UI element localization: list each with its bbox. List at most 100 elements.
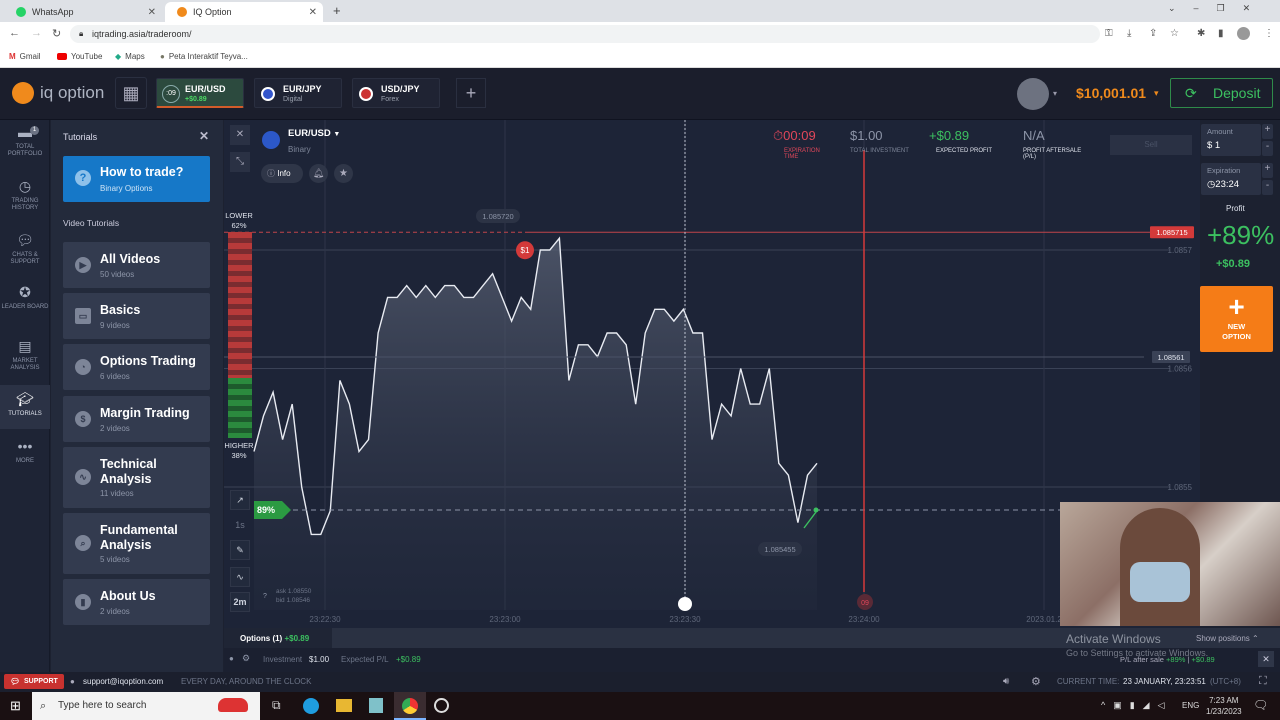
- sound-icon[interactable]: 🔊︎: [1003, 676, 1009, 687]
- bell-icon[interactable]: 🔔︎: [309, 164, 328, 183]
- install-icon[interactable]: ⤓: [1127, 28, 1131, 39]
- star-icon[interactable]: ★: [334, 164, 353, 183]
- asset-tab-eurusd[interactable]: :09 EUR/USD +$0.89: [156, 78, 244, 108]
- asset-selector[interactable]: EUR/USD ▼: [288, 128, 340, 139]
- user-avatar[interactable]: [1017, 78, 1049, 110]
- nav-market-analysis[interactable]: ▤ MARKET ANALYSIS: [0, 338, 50, 386]
- tutorial-card-all-videos[interactable]: ▶ All Videos 50 videos: [63, 242, 210, 288]
- bookmarks-bar: M Gmail YouTube ◆ Maps ● Peta Interaktif Te…: [0, 46, 1280, 68]
- close-chart-icon[interactable]: ✕: [230, 125, 250, 145]
- browser-tab-whatsapp[interactable]: WhatsApp ✕: [4, 2, 162, 22]
- bookmark-peta[interactable]: ● Peta Interaktif Teyva...: [160, 52, 248, 61]
- new-tab-button[interactable]: +: [333, 3, 341, 18]
- sidepanel-icon[interactable]: ▮: [1218, 28, 1224, 39]
- add-asset-button[interactable]: +: [456, 78, 486, 108]
- notification-icon[interactable]: 🗨︎: [1253, 698, 1268, 712]
- chrome-menu-icon[interactable]: ⋮: [1264, 28, 1274, 39]
- tutorial-card-basics[interactable]: ▭ Basics 9 videos: [63, 293, 210, 339]
- bookmark-star-icon[interactable]: ☆: [1170, 28, 1179, 39]
- nav-tutorials[interactable]: 🎓︎ TUTORIALS: [0, 385, 50, 429]
- tutorial-card-options-trading[interactable]: ◔ Options Trading 6 videos: [63, 344, 210, 390]
- reload-icon[interactable]: ↻: [52, 27, 61, 40]
- notepad-icon[interactable]: [369, 698, 383, 713]
- grid-menu-icon[interactable]: ▦: [115, 77, 147, 109]
- chart-type-icon[interactable]: ↗: [230, 490, 250, 510]
- support-button[interactable]: 💬︎ SUPPORT: [4, 674, 64, 689]
- amount-decrease-button[interactable]: -: [1262, 141, 1273, 156]
- amount-field[interactable]: Amount $ 1: [1201, 124, 1261, 156]
- deposit-button[interactable]: ⟳ Deposit: [1170, 78, 1273, 108]
- help-icon[interactable]: ?: [263, 593, 267, 600]
- expiration-field[interactable]: Expiration ◷23:24: [1201, 163, 1261, 195]
- close-tab-icon[interactable]: ✕: [148, 7, 156, 18]
- nav-leaderboard[interactable]: ✪ LEADER BOARD: [0, 284, 50, 332]
- profile-avatar[interactable]: [1237, 27, 1250, 40]
- expiration-decrease-button[interactable]: -: [1262, 180, 1273, 195]
- expiration-increase-button[interactable]: +: [1262, 163, 1273, 178]
- nav-chats-support[interactable]: 💬︎ CHATS & SUPPORT: [0, 232, 50, 280]
- tutorial-card-fundamental-analysis[interactable]: ⌕ Fundamental Analysis 5 videos: [63, 513, 210, 574]
- chrome-taskbar-button[interactable]: [394, 692, 426, 720]
- task-view-icon[interactable]: ⧉: [272, 698, 281, 713]
- obs-icon[interactable]: [434, 698, 449, 713]
- bookmark-maps[interactable]: ◆ Maps: [115, 52, 145, 61]
- profit-percent: +89%: [1207, 220, 1275, 250]
- show-positions-button[interactable]: Show positions ⌃: [1196, 634, 1259, 643]
- close-tab-icon[interactable]: ✕: [309, 7, 317, 18]
- balance[interactable]: $10,001.01: [1076, 85, 1146, 101]
- taskbar-search[interactable]: ⌕ Type here to search: [32, 692, 260, 720]
- forward-icon[interactable]: →: [31, 27, 42, 39]
- nav-total-portfolio[interactable]: ▬ TOTAL PORTFOLIO 1: [0, 124, 50, 172]
- share-icon[interactable]: ⇪: [1149, 28, 1157, 39]
- url-input[interactable]: 🔒︎ iqtrading.asia/traderoom/: [70, 25, 1100, 43]
- timeframe-1s[interactable]: 1s: [230, 515, 250, 535]
- close-panel-icon[interactable]: ✕: [199, 129, 209, 143]
- settings-icon[interactable]: ⚙: [1031, 675, 1041, 688]
- bookmark-gmail[interactable]: M Gmail: [9, 52, 41, 61]
- options-tab[interactable]: Options (1) +$0.89: [224, 628, 332, 648]
- nav-more[interactable]: ••• MORE: [0, 438, 50, 478]
- help-icon[interactable]: ●: [229, 654, 234, 663]
- pencil-icon[interactable]: ✎: [230, 540, 250, 560]
- tutorial-card-about-us[interactable]: ▮ About Us 2 videos: [63, 579, 210, 625]
- tutorial-card-margin-trading[interactable]: $ Margin Trading 2 videos: [63, 396, 210, 442]
- back-icon[interactable]: ←: [9, 27, 20, 39]
- settings-icon[interactable]: ⚙: [242, 653, 250, 664]
- tray-icons[interactable]: ^▣▮◢◁: [1101, 700, 1173, 711]
- window-controls[interactable]: ⌄–❐✕: [1168, 3, 1268, 14]
- asset-tab-usdjpy[interactable]: USD/JPY Forex: [352, 78, 440, 108]
- chevron-down-icon[interactable]: ▾: [1053, 89, 1057, 98]
- collapse-icon[interactable]: ⤡: [230, 152, 250, 172]
- stopwatch-icon: ⏱︎: [773, 128, 784, 143]
- amount-increase-button[interactable]: +: [1262, 124, 1273, 139]
- language-indicator[interactable]: ENG: [1182, 701, 1199, 710]
- bookmark-youtube[interactable]: YouTube: [57, 52, 102, 61]
- sell-button[interactable]: Sell: [1110, 135, 1192, 155]
- extensions-icon[interactable]: ✱: [1197, 28, 1205, 39]
- tutorial-card-technical-analysis[interactable]: ∿ Technical Analysis 11 videos: [63, 447, 210, 508]
- windows-taskbar: ⊞ ⌕ Type here to search ⧉ ^▣▮◢◁ ENG 7:23…: [0, 692, 1280, 720]
- taskbar-clock[interactable]: 7:23 AM 1/23/2023: [1206, 695, 1242, 717]
- fullscreen-icon[interactable]: ⛶: [1259, 675, 1267, 688]
- windows-start-icon[interactable]: ⊞: [10, 698, 21, 714]
- x-tick-label: 2023.01.2: [1026, 615, 1062, 624]
- key-icon[interactable]: ⚿: [1105, 28, 1113, 39]
- nav-trading-history[interactable]: ◷ TRADING HISTORY: [0, 178, 50, 226]
- entry-price-label: 1.085715: [1156, 228, 1187, 237]
- dollar-refresh-icon: ⟳: [1185, 85, 1197, 101]
- price-chart[interactable]: 1.0857 1.0856 1.0855 23:22:30 23:23:00 23:23:…: [224, 120, 1200, 628]
- info-button[interactable]: ⓘ Info: [261, 164, 303, 183]
- chevron-down-icon[interactable]: ▾: [1154, 88, 1159, 99]
- asset-tab-eurjpy[interactable]: EUR/JPY Digital: [254, 78, 342, 108]
- browser-tab-iqoption[interactable]: IQ Option ✕: [165, 2, 323, 22]
- expiration-label: EXPIRATION TIME: [784, 148, 820, 160]
- support-email[interactable]: support@iqoption.com: [83, 677, 163, 686]
- file-explorer-icon[interactable]: [336, 699, 352, 712]
- indicator-icon[interactable]: ∿: [230, 567, 250, 587]
- how-to-trade-card[interactable]: ? How to trade? Binary Options: [63, 156, 210, 202]
- edge-icon[interactable]: [303, 698, 319, 714]
- profit-aftersale-value: N/A: [1023, 128, 1045, 143]
- new-option-button[interactable]: + NEW OPTION: [1200, 286, 1273, 352]
- close-icon[interactable]: ✕: [1258, 651, 1274, 667]
- timeframe-2m[interactable]: 2m: [230, 592, 250, 612]
